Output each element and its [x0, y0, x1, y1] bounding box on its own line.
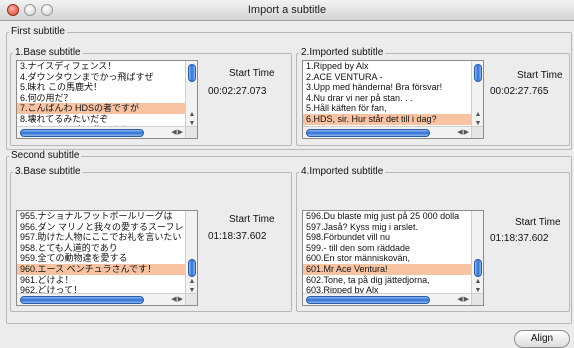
start-time-value: 01:18:37.602: [490, 233, 549, 244]
scroll-corner: [185, 293, 197, 305]
list-item[interactable]: 3.Upp med händerna! Bra försvar!: [303, 82, 472, 93]
scroll-corner: [185, 126, 197, 138]
list-items: 3.ナイスディフェンス！ 4.ダウンタウンまでかっ飛ばすぜ 5.昧れ この馬鹿犬！ 6…: [17, 61, 186, 128]
title-bar: Import a subtitle: [0, 0, 574, 21]
list-item[interactable]: 4.ダウンタウンまでかっ飛ばすぜ: [17, 72, 186, 83]
horizontal-scrollbar[interactable]: ◀▶: [303, 293, 472, 305]
start-time-value: 01:18:37.602: [208, 231, 267, 242]
list-item[interactable]: 1.Ripped by Alx: [303, 61, 472, 72]
list-item[interactable]: 5.昧れ この馬鹿犬！: [17, 82, 186, 93]
list-item[interactable]: 957.助けた人物にここでお礼を言いたい: [17, 232, 186, 243]
list-item[interactable]: 601.Mr Ace Ventura!: [303, 263, 472, 275]
list-items: 1.Ripped by Alx 2.ACE VENTURA -3.Upp med …: [303, 61, 472, 128]
list-item[interactable]: 8.壊れてるみたいだぞ: [17, 114, 186, 125]
list-item[interactable]: 597.Jaså? Kyss mig i arslet.: [303, 222, 472, 233]
scroll-arrows-icon[interactable]: ◀▶: [171, 294, 184, 305]
base-subtitle-group-1: 1.Base subtitle 3.ナイスディフェンス！ 4.ダウンタウンまでかっ…: [10, 47, 292, 146]
start-time-value: 00:02:27.765: [490, 86, 549, 97]
base-subtitle-list-1[interactable]: 3.ナイスディフェンス！ 4.ダウンタウンまでかっ飛ばすぜ 5.昧れ この馬鹿犬！ 6…: [16, 60, 198, 139]
horizontal-scrollbar[interactable]: ◀▶: [17, 293, 186, 305]
second-subtitle-label: Second subtitle: [9, 150, 82, 161]
list-item[interactable]: 961.どけよ！: [17, 275, 186, 286]
scroll-thumb[interactable]: [20, 296, 144, 304]
list-item[interactable]: 600.En stor människovän,: [303, 253, 472, 264]
scroll-thumb[interactable]: [306, 296, 430, 304]
horizontal-scrollbar[interactable]: ◀▶: [303, 126, 472, 138]
start-time-label: Start Time: [515, 217, 561, 228]
list-item[interactable]: 7.こんばんわ HDSの者ですが: [17, 103, 186, 114]
vertical-scrollbar[interactable]: ▲ ▼: [185, 61, 197, 128]
start-time-label: Start Time: [229, 68, 275, 79]
start-time-label: Start Time: [517, 70, 563, 81]
list-item[interactable]: 6.何の用だ？: [17, 93, 186, 104]
scroll-thumb[interactable]: [474, 259, 482, 277]
list-item[interactable]: 2.ACE VENTURA -: [303, 72, 472, 83]
list-item[interactable]: 956.ダン マリノと我々の愛するスーフレ: [17, 222, 186, 233]
list-item[interactable]: 3.ナイスディフェンス！: [17, 61, 186, 72]
start-time-value: 00:02:27.073: [208, 86, 267, 97]
list-item[interactable]: 602.Tone, ta på dig jättedjorna,: [303, 275, 472, 286]
imported-subtitle-label-2: 2.Imported subtitle: [299, 47, 386, 58]
scroll-corner: [471, 293, 483, 305]
scroll-thumb[interactable]: [188, 64, 196, 82]
scroll-arrows-icon[interactable]: ◀▶: [457, 127, 470, 138]
vertical-scrollbar[interactable]: ▲ ▼: [471, 61, 483, 128]
window-title: Import a subtitle: [247, 4, 327, 16]
base-subtitle-label-3: 3.Base subtitle: [13, 166, 83, 177]
align-button[interactable]: Align: [514, 330, 570, 348]
base-subtitle-label-1: 1.Base subtitle: [13, 47, 83, 58]
start-time-label: Start Time: [229, 214, 275, 225]
list-item[interactable]: 960.エース ベンチュラさんです！: [17, 263, 186, 275]
vertical-scrollbar[interactable]: ▲ ▼: [185, 211, 197, 295]
imported-subtitle-list-2[interactable]: 1.Ripped by Alx 2.ACE VENTURA -3.Upp med …: [302, 60, 484, 139]
scroll-thumb[interactable]: [188, 259, 196, 277]
scroll-thumb[interactable]: [306, 129, 430, 137]
scroll-arrows-icon[interactable]: ◀▶: [171, 127, 184, 138]
imported-subtitle-group-4: 4.Imported subtitle 596.Du blaste mig ju…: [296, 166, 570, 312]
list-item[interactable]: 959.全ての動物達を愛する: [17, 253, 186, 264]
second-subtitle-section: Second subtitle 3.Base subtitle 955.ナショナ…: [6, 150, 572, 324]
base-subtitle-list-3[interactable]: 955.ナショナルフットボールリーグは 956.ダン マリノと我々の愛するスーフレ…: [16, 210, 198, 306]
list-item[interactable]: 596.Du blaste mig just på 25 000 dolla: [303, 211, 472, 222]
list-item[interactable]: 4.Nu drar vi ner på stan. . .: [303, 93, 472, 104]
first-subtitle-section: First subtitle 1.Base subtitle 3.ナイスディフェ…: [6, 26, 572, 150]
scroll-thumb[interactable]: [20, 129, 144, 137]
scroll-arrows-icon[interactable]: ◀▶: [457, 294, 470, 305]
list-item[interactable]: 599.- till den som räddade: [303, 243, 472, 254]
vertical-scrollbar[interactable]: ▲ ▼: [471, 211, 483, 295]
list-item[interactable]: 5.Håll käften för fan,: [303, 103, 472, 114]
base-subtitle-group-3: 3.Base subtitle 955.ナショナルフットボールリーグは 956.ダ…: [10, 166, 292, 312]
list-item[interactable]: 598.Förbundet vill nu: [303, 232, 472, 243]
list-items: 955.ナショナルフットボールリーグは 956.ダン マリノと我々の愛するスーフレ…: [17, 211, 186, 295]
scroll-thumb[interactable]: [474, 64, 482, 82]
horizontal-scrollbar[interactable]: ◀▶: [17, 126, 186, 138]
list-item[interactable]: 955.ナショナルフットボールリーグは: [17, 211, 186, 222]
list-items: 596.Du blaste mig just på 25 000 dolla 59…: [303, 211, 472, 295]
first-subtitle-label: First subtitle: [9, 26, 67, 37]
imported-subtitle-label-4: 4.Imported subtitle: [299, 166, 386, 177]
imported-subtitle-group-2: 2.Imported subtitle 1.Ripped by Alx 2.ACE…: [296, 47, 570, 146]
imported-subtitle-list-4[interactable]: 596.Du blaste mig just på 25 000 dolla 59…: [302, 210, 484, 306]
list-item[interactable]: 958.とても人道的であり: [17, 243, 186, 254]
list-item[interactable]: 6.HDS, sir. Hur står det till i dag?: [303, 113, 472, 125]
scroll-corner: [471, 126, 483, 138]
